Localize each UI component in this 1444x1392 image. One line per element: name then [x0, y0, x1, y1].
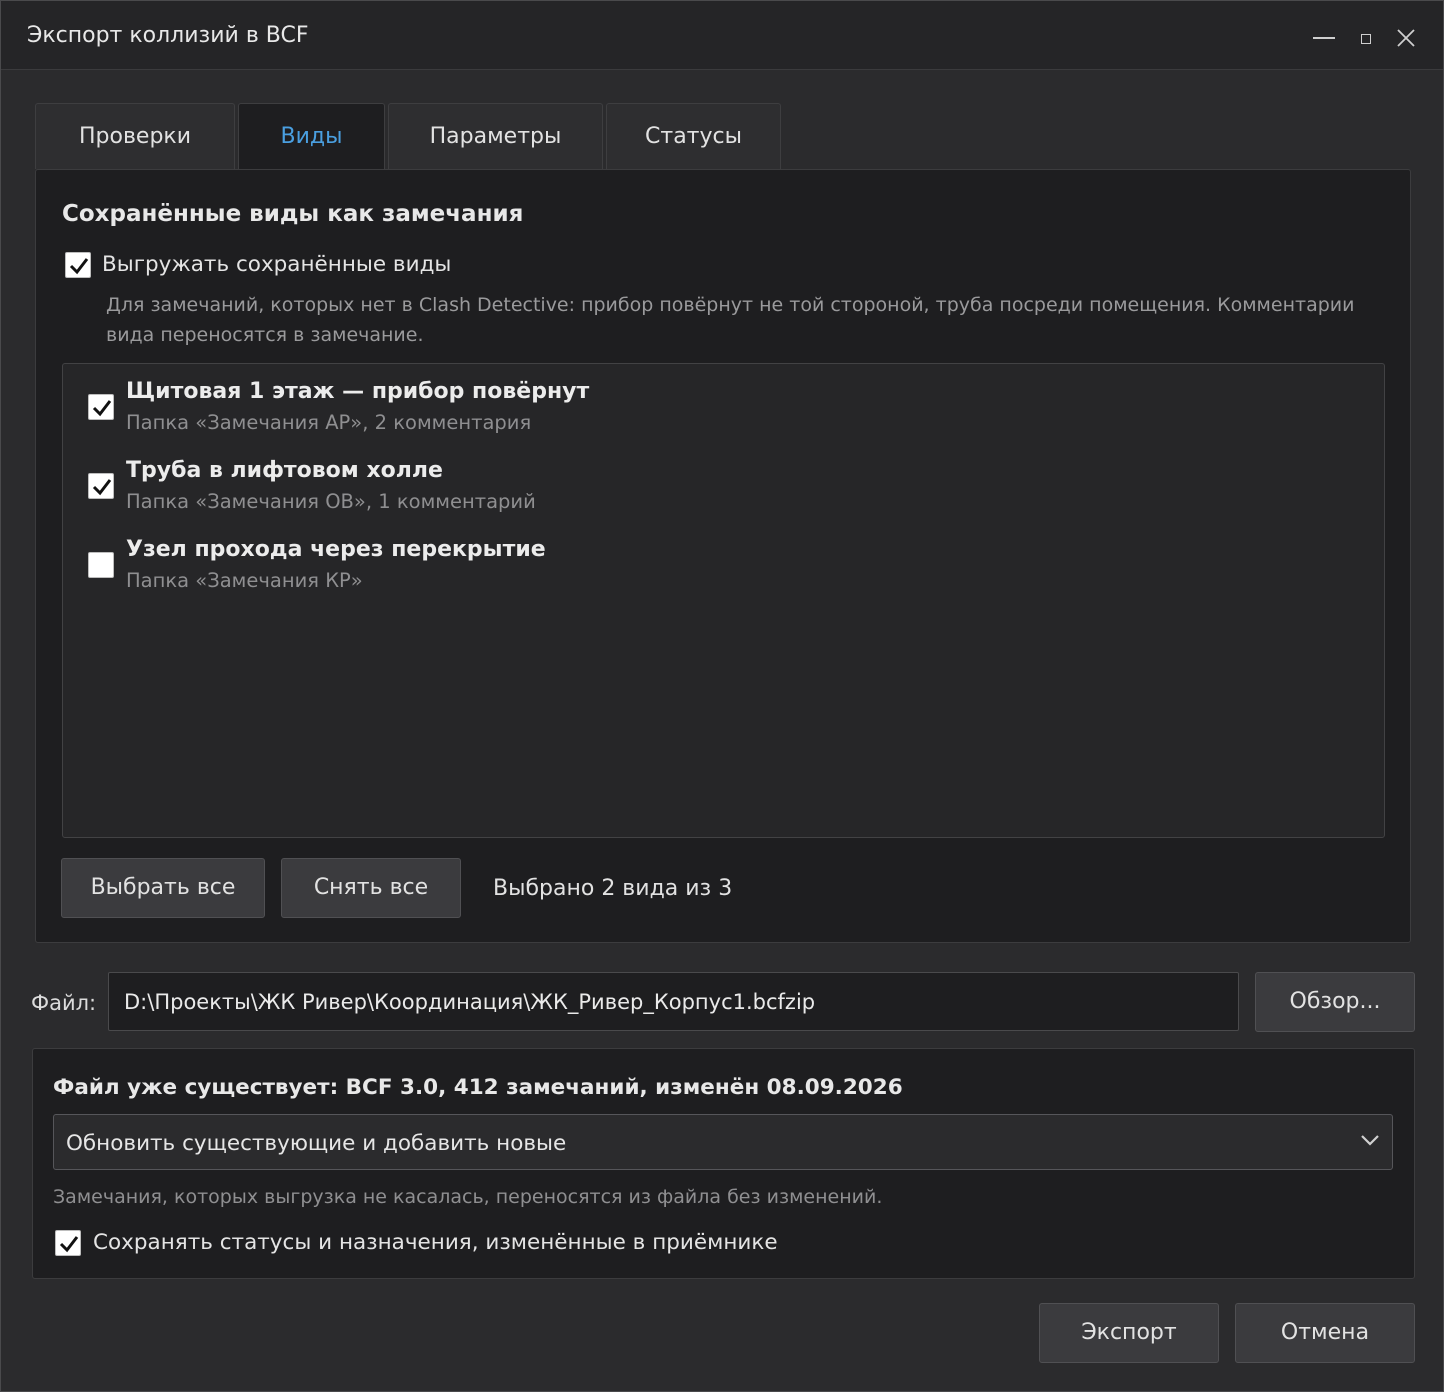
- minimize-icon: [1313, 37, 1335, 39]
- view-name: Щитовая 1 этаж — прибор повёрнут: [126, 379, 590, 404]
- views-tab-panel: Сохранённые виды как замечания Выгружать…: [35, 169, 1411, 943]
- view-checkbox[interactable]: [88, 394, 114, 420]
- export-button[interactable]: Экспорт: [1039, 1303, 1219, 1363]
- existing-file-title: Файл уже существует: BCF 3.0, 412 замеча…: [53, 1075, 903, 1100]
- cancel-button[interactable]: Отмена: [1235, 1303, 1415, 1363]
- file-path-input[interactable]: [108, 972, 1239, 1031]
- view-name: Труба в лифтовом холле: [126, 458, 443, 483]
- checkmark-icon: [59, 1236, 79, 1253]
- views-hint: Для замечаний, которых нет в Clash Detec…: [106, 294, 1355, 346]
- tab-parameters[interactable]: Параметры: [388, 103, 603, 169]
- maximize-icon: [1361, 34, 1371, 44]
- list-item[interactable]: Труба в лифтовом холле Папка «Замечания …: [63, 443, 1383, 513]
- title-bar: Экспорт коллизий в BCF: [1, 1, 1443, 70]
- minimize-button[interactable]: [1305, 17, 1345, 57]
- export-dialog: Экспорт коллизий в BCF Проверки Виды Пар…: [0, 0, 1444, 1392]
- view-details: Папка «Замечания КР»: [126, 569, 363, 592]
- saved-views-list[interactable]: Щитовая 1 этаж — прибор повёрнут Папка «…: [62, 363, 1385, 838]
- tab-views[interactable]: Виды: [238, 103, 385, 169]
- view-checkbox[interactable]: [88, 473, 114, 499]
- checkmark-icon: [69, 258, 89, 275]
- list-item[interactable]: Щитовая 1 этаж — прибор повёрнут Папка «…: [63, 364, 1383, 434]
- checkmark-icon: [92, 400, 112, 417]
- close-icon: [1397, 29, 1415, 47]
- view-name: Узел прохода через перекрытие: [126, 537, 546, 562]
- keep-statuses-checkbox[interactable]: [55, 1230, 81, 1256]
- export-views-checkbox[interactable]: [65, 252, 91, 278]
- list-item[interactable]: Узел прохода через перекрытие Папка «Зам…: [63, 522, 1383, 592]
- window-title: Экспорт коллизий в BCF: [27, 23, 309, 48]
- select-all-button[interactable]: Выбрать все: [61, 858, 265, 918]
- close-button[interactable]: [1386, 17, 1426, 57]
- selected-count: Выбрано 2 вида из 3: [493, 876, 733, 901]
- merge-hint: Замечания, которых выгрузка не касалась,…: [53, 1186, 883, 1208]
- maximize-button[interactable]: [1346, 17, 1386, 57]
- section-title: Сохранённые виды как замечания: [62, 201, 524, 227]
- merge-mode-select[interactable]: Обновить существующие и добавить новые: [53, 1114, 1393, 1170]
- view-details: Папка «Замечания ОВ», 1 комментарий: [126, 490, 536, 513]
- clear-all-button[interactable]: Снять все: [281, 858, 461, 918]
- tab-statuses[interactable]: Статусы: [606, 103, 781, 169]
- export-views-label[interactable]: Выгружать сохранённые виды: [102, 252, 451, 277]
- checkmark-icon: [92, 479, 112, 496]
- existing-file-panel: Файл уже существует: BCF 3.0, 412 замеча…: [32, 1048, 1415, 1279]
- chevron-down-icon: [1361, 1135, 1379, 1146]
- tab-checks[interactable]: Проверки: [35, 103, 235, 169]
- file-label: Файл:: [31, 991, 97, 1015]
- keep-statuses-label[interactable]: Сохранять статусы и назначения, изменённ…: [93, 1230, 778, 1255]
- view-details: Папка «Замечания АР», 2 комментария: [126, 411, 532, 434]
- view-checkbox[interactable]: [88, 552, 114, 578]
- browse-button[interactable]: Обзор...: [1255, 972, 1415, 1032]
- merge-mode-value: Обновить существующие и добавить новые: [66, 1131, 567, 1156]
